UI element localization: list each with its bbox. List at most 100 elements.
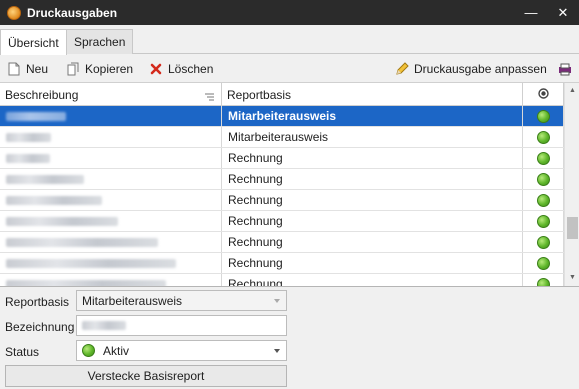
- status-green-icon: [536, 172, 550, 186]
- column-header-report-base[interactable]: Reportbasis: [222, 83, 523, 106]
- delete-label: Löschen: [168, 62, 214, 76]
- scroll-down-arrow-icon[interactable]: ▼: [565, 270, 579, 285]
- scroll-up-arrow-icon[interactable]: ▲: [565, 83, 579, 98]
- status-cell: [523, 232, 564, 252]
- description-redacted: [6, 132, 51, 142]
- description-cell: [0, 127, 222, 147]
- status-green-icon: [536, 151, 550, 165]
- report-base-cell: Mitarbeiterausweis: [222, 106, 523, 126]
- table-row[interactable]: Rechnung: [0, 232, 564, 253]
- delete-x-icon: [149, 62, 163, 76]
- description-redacted: [6, 279, 166, 286]
- tab-languages[interactable]: Sprachen: [66, 29, 134, 54]
- report-base-cell: Rechnung: [222, 211, 523, 231]
- table-row[interactable]: Rechnung: [0, 253, 564, 274]
- minimize-button[interactable]: —: [515, 0, 547, 25]
- description-cell: [0, 232, 222, 252]
- report-base-select: Mitarbeiterausweis: [76, 290, 287, 311]
- new-button[interactable]: Neu: [7, 59, 48, 79]
- pencil-icon: [395, 62, 409, 76]
- table-row[interactable]: Rechnung: [0, 211, 564, 232]
- toolbar: Neu Kopieren Löschen Druckausgabe anpass…: [0, 54, 579, 83]
- status-column-icon: [537, 87, 549, 102]
- status-cell: [523, 148, 564, 168]
- description-redacted: [6, 174, 84, 184]
- column-report-base-label: Reportbasis: [227, 87, 292, 102]
- column-header-description[interactable]: Beschreibung: [0, 83, 222, 106]
- description-redacted: [6, 153, 50, 163]
- copy-icon: [66, 62, 80, 76]
- status-green-icon: [536, 235, 550, 249]
- chevron-down-icon[interactable]: [274, 349, 280, 353]
- table-row[interactable]: Rechnung: [0, 148, 564, 169]
- status-green-icon: [536, 256, 550, 270]
- table-row[interactable]: Rechnung: [0, 274, 564, 286]
- status-green-icon: [536, 193, 550, 207]
- status-cell: [523, 106, 564, 126]
- status-label: Status: [5, 345, 40, 359]
- report-base-cell: Rechnung: [222, 253, 523, 273]
- status-cell: [523, 274, 564, 286]
- report-base-cell: Rechnung: [222, 274, 523, 286]
- report-base-cell: Rechnung: [222, 190, 523, 210]
- column-header-status[interactable]: [523, 83, 564, 106]
- description-cell: [0, 274, 222, 286]
- status-cell: [523, 127, 564, 147]
- print-button[interactable]: [558, 59, 577, 79]
- description-redacted: [6, 111, 66, 121]
- adjust-print-output-label: Druckausgabe anpassen: [414, 62, 547, 76]
- report-base-label: Reportbasis: [5, 295, 70, 309]
- print-outputs-grid: Beschreibung Reportbasis Mitarbeiterausw…: [0, 83, 579, 287]
- status-green-icon: [536, 277, 550, 286]
- window-title: Druckausgaben: [27, 5, 118, 20]
- status-green-icon: [82, 344, 95, 357]
- tab-overview[interactable]: Übersicht: [0, 29, 67, 55]
- description-cell: [0, 190, 222, 210]
- status-cell: [523, 190, 564, 210]
- grid-header: Beschreibung Reportbasis: [0, 83, 564, 106]
- scroll-thumb[interactable]: [567, 217, 578, 239]
- description-redacted: [6, 237, 158, 247]
- description-redacted: [6, 216, 118, 226]
- app-icon: [7, 5, 21, 20]
- status-green-icon: [536, 214, 550, 228]
- close-button[interactable]: ✕: [547, 0, 579, 25]
- status-cell: [523, 211, 564, 231]
- chevron-down-icon: [274, 299, 280, 303]
- report-base-value: Mitarbeiterausweis: [82, 293, 183, 308]
- new-document-icon: [7, 62, 21, 76]
- tab-bar: Übersicht Sprachen: [0, 25, 579, 55]
- description-cell: [0, 169, 222, 189]
- table-row[interactable]: Rechnung: [0, 190, 564, 211]
- table-row[interactable]: Rechnung: [0, 169, 564, 190]
- report-base-cell: Mitarbeiterausweis: [222, 127, 523, 147]
- copy-label: Kopieren: [85, 62, 134, 76]
- status-green-icon: [536, 109, 550, 123]
- printer-icon: [558, 62, 572, 76]
- name-label: Bezeichnung: [5, 320, 75, 334]
- status-value: Aktiv: [103, 343, 130, 358]
- status-cell: [523, 169, 564, 189]
- report-base-cell: Rechnung: [222, 148, 523, 168]
- status-select[interactable]: Aktiv: [76, 340, 287, 361]
- description-redacted: [6, 258, 176, 268]
- column-filter-icon: [205, 90, 214, 104]
- new-label: Neu: [26, 62, 49, 76]
- vertical-scrollbar[interactable]: ▲ ▼: [564, 83, 579, 286]
- table-row[interactable]: Mitarbeiterausweis: [0, 127, 564, 148]
- adjust-print-output-button[interactable]: Druckausgabe anpassen: [395, 59, 547, 79]
- copy-button[interactable]: Kopieren: [66, 59, 133, 79]
- table-row[interactable]: Mitarbeiterausweis: [0, 106, 564, 127]
- column-description-label: Beschreibung: [5, 87, 79, 102]
- description-cell: [0, 211, 222, 231]
- name-value-redacted: [82, 321, 126, 330]
- delete-button[interactable]: Löschen: [149, 59, 213, 79]
- report-base-cell: Rechnung: [222, 169, 523, 189]
- status-cell: [523, 253, 564, 273]
- hide-base-report-button[interactable]: Verstecke Basisreport: [5, 365, 287, 387]
- name-field[interactable]: [76, 315, 287, 336]
- report-base-cell: Rechnung: [222, 232, 523, 252]
- description-cell: [0, 106, 222, 126]
- description-redacted: [6, 195, 102, 205]
- status-green-icon: [536, 130, 550, 144]
